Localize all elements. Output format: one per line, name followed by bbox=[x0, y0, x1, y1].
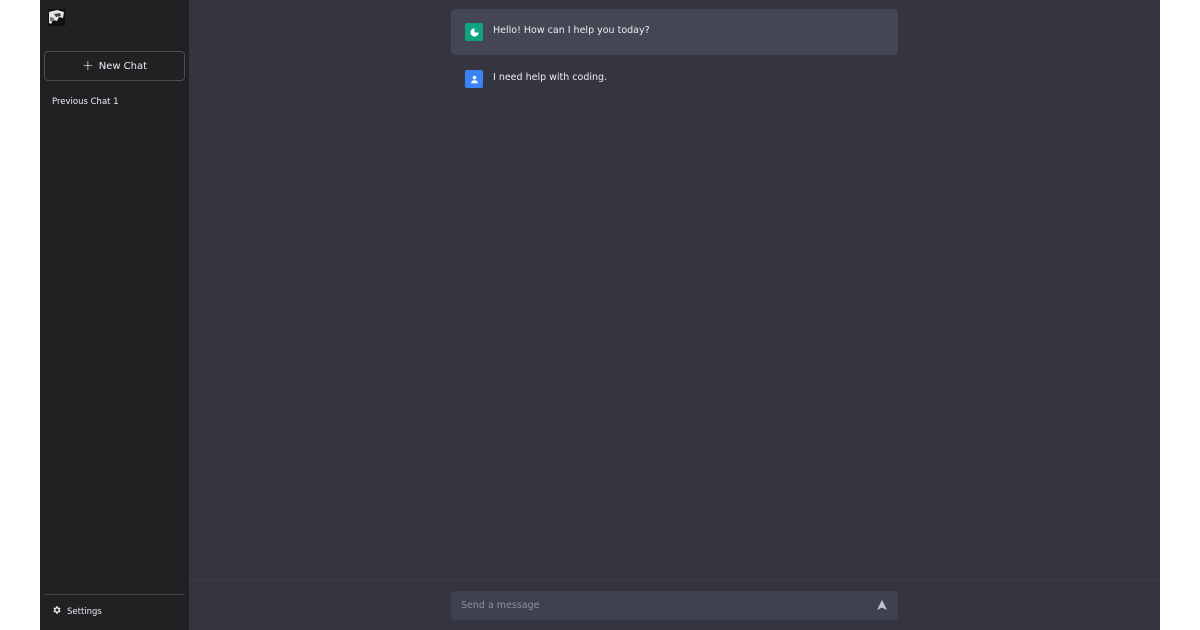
user-avatar-icon bbox=[465, 70, 483, 88]
new-chat-label: New Chat bbox=[98, 60, 148, 72]
sidebar-divider bbox=[44, 594, 185, 595]
chat-main: Hello! How can I help you today? I need … bbox=[189, 0, 1160, 630]
gear-icon bbox=[52, 605, 62, 618]
sidebar-item-previous-chat[interactable]: Previous Chat 1 bbox=[52, 97, 119, 107]
user-message: I need help with coding. bbox=[451, 56, 898, 102]
user-message-text: I need help with coding. bbox=[493, 72, 608, 83]
new-chat-button[interactable]: + New Chat bbox=[44, 51, 185, 81]
composer bbox=[451, 591, 898, 620]
settings-label: Settings bbox=[67, 606, 102, 617]
message-input[interactable] bbox=[461, 600, 876, 611]
plus-icon: + bbox=[81, 58, 94, 74]
assistant-message-text: Hello! How can I help you today? bbox=[493, 25, 650, 36]
app-logo[interactable] bbox=[48, 9, 65, 26]
composer-divider bbox=[189, 580, 1160, 581]
send-icon[interactable] bbox=[876, 596, 888, 615]
assistant-message: Hello! How can I help you today? bbox=[451, 9, 898, 55]
sidebar: + New Chat Previous Chat 1 Settings bbox=[40, 0, 189, 630]
settings-button[interactable]: Settings bbox=[52, 605, 102, 618]
chat-app: + New Chat Previous Chat 1 Settings Hell… bbox=[40, 0, 1160, 630]
assistant-avatar-icon bbox=[465, 23, 483, 41]
